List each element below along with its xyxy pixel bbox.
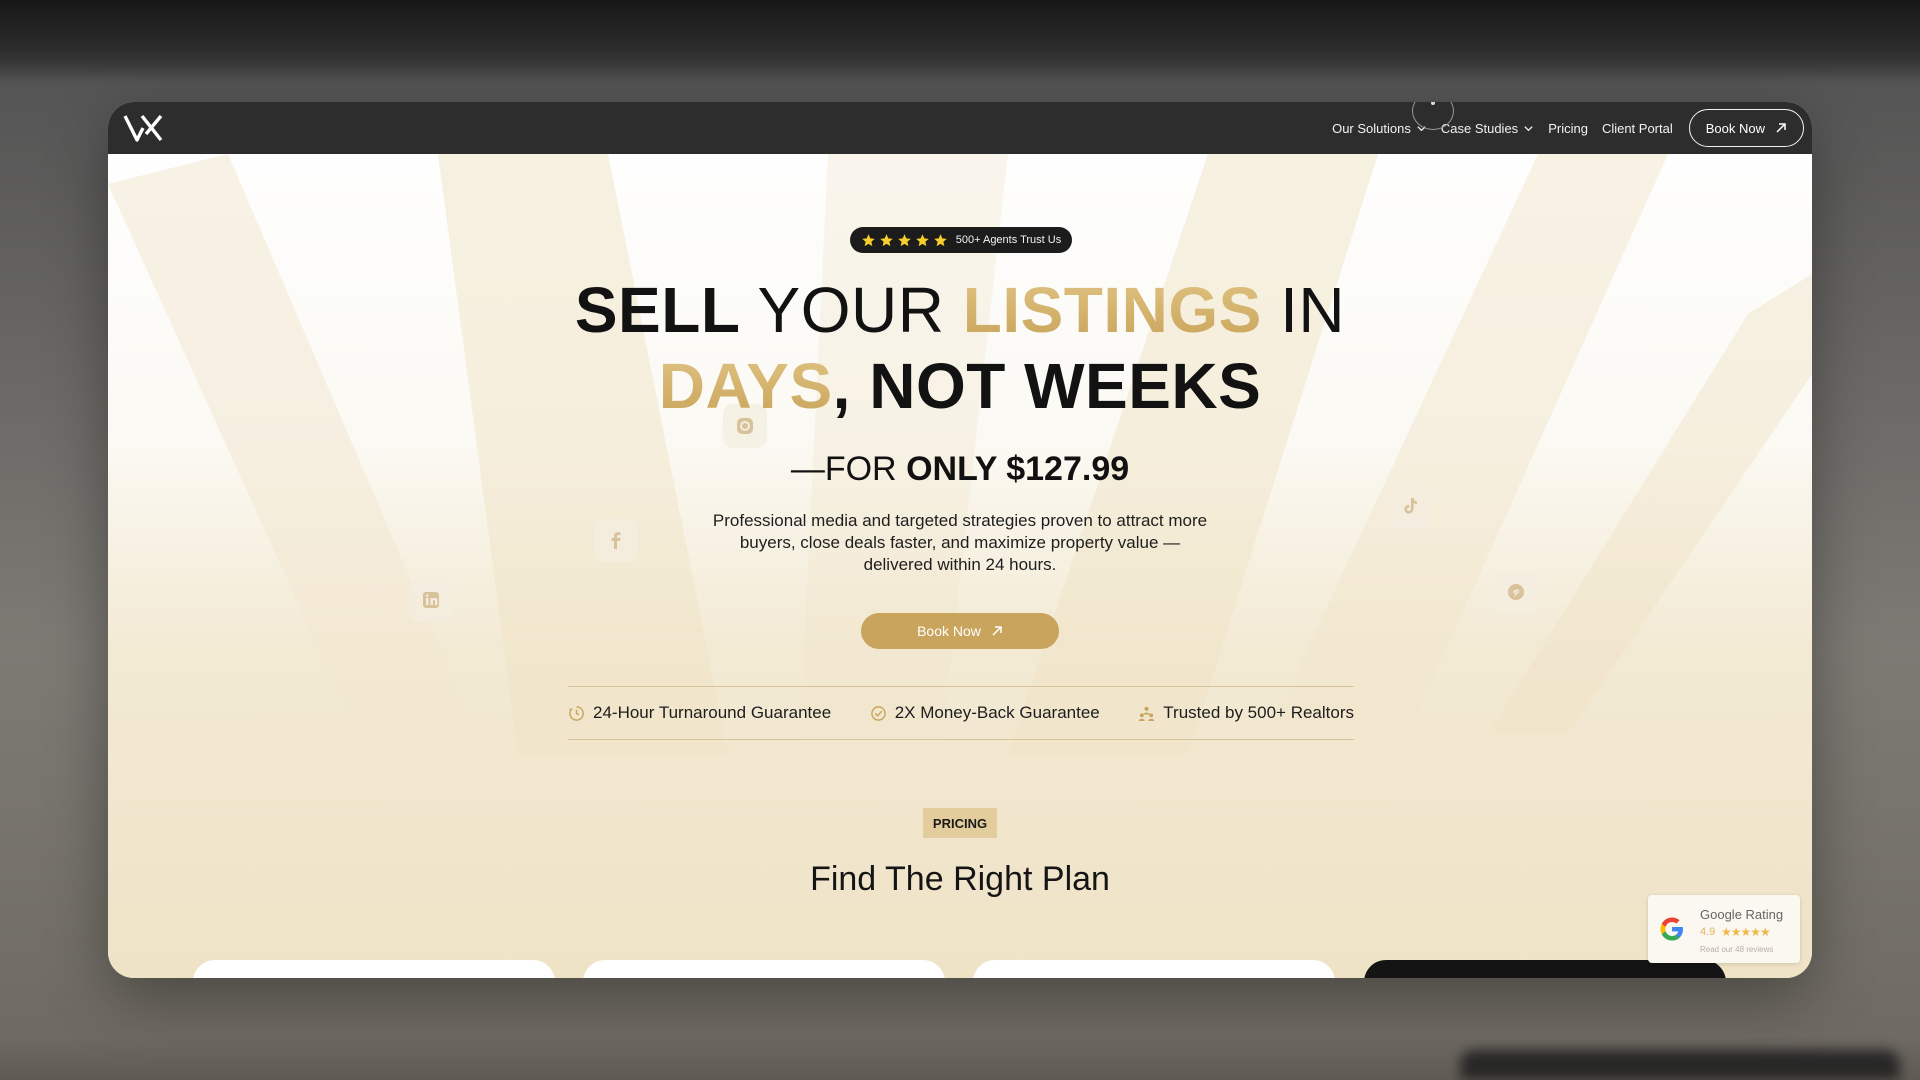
backdrop-taskbar xyxy=(1460,1050,1900,1080)
headline-word: SELL xyxy=(574,274,740,346)
tiktok-icon xyxy=(1388,484,1432,528)
nav-book-now-button[interactable]: Book Now xyxy=(1688,109,1804,147)
star-icon xyxy=(898,233,911,246)
price-prefix: —FOR xyxy=(790,450,897,488)
headline-line-2: DAYS, NOT WEEKS xyxy=(108,348,1812,424)
headline-highlight: DAYS xyxy=(658,350,833,422)
clock-icon xyxy=(568,705,584,721)
guarantee-item: 24-Hour Turnaround Guarantee xyxy=(568,703,831,723)
nav-label: Case Studies xyxy=(1440,120,1519,136)
hero-section: 500+ Agents Trust Us SELL YOUR LISTINGS … xyxy=(108,154,1812,978)
pricing-card[interactable] xyxy=(973,960,1335,978)
guarantee-item: Trusted by 500+ Realtors xyxy=(1138,703,1354,723)
star-icon xyxy=(916,233,929,246)
book-now-label: Book Now xyxy=(1705,120,1765,136)
badge-stars xyxy=(861,233,948,248)
arrow-up-right-icon xyxy=(1776,123,1786,133)
headline-comma: , xyxy=(832,350,851,422)
facebook-icon xyxy=(594,518,638,562)
pinterest-icon xyxy=(1494,570,1538,614)
trust-badge: 500+ Agents Trust Us xyxy=(850,227,1072,253)
linkedin-icon xyxy=(409,578,453,622)
nav-label: Our Solutions xyxy=(1332,120,1411,136)
check-circle-icon xyxy=(870,705,886,721)
google-rating-stars: ★★★★★ xyxy=(1721,925,1771,939)
headline-word: NOT WEEKS xyxy=(869,350,1262,422)
guarantee-label: Trusted by 500+ Realtors xyxy=(1163,703,1354,722)
cta-label: Book Now xyxy=(917,623,981,639)
pricing-card[interactable] xyxy=(193,960,555,978)
google-rating-reviews-link[interactable]: Read our 48 reviews xyxy=(1700,945,1773,954)
browser-frame: Our Solutions Case Studies Pricing Clien… xyxy=(108,102,1812,978)
google-rating-widget[interactable]: Google Rating 4.9 ★★★★★ Read our 48 revi… xyxy=(1648,895,1800,963)
guarantees-bar: 24-Hour Turnaround Guarantee 2X Money-Ba… xyxy=(568,686,1354,740)
price-line: —FOR ONLY $127.99 xyxy=(108,450,1812,489)
star-icon xyxy=(880,233,893,246)
hero-book-now-button[interactable]: Book Now xyxy=(861,613,1059,649)
google-rating-title: Google Rating xyxy=(1700,907,1784,922)
backdrop-top xyxy=(0,0,1920,80)
arrow-up-right-icon xyxy=(992,626,1002,636)
nav-case-studies[interactable]: Case Studies xyxy=(1441,121,1534,136)
headline-word: IN xyxy=(1280,274,1346,346)
hero-headline: SELL YOUR LISTINGS IN DAYS, NOT WEEKS xyxy=(108,272,1812,424)
nav-client-portal[interactable]: Client Portal xyxy=(1602,121,1673,136)
google-rating-score: 4.9 xyxy=(1700,926,1716,938)
headline-line-1: SELL YOUR LISTINGS IN xyxy=(108,272,1812,348)
people-icon xyxy=(1139,706,1155,721)
nav-label: Pricing xyxy=(1548,120,1588,136)
star-icon xyxy=(934,233,947,246)
top-navbar: Our Solutions Case Studies Pricing Clien… xyxy=(108,102,1812,154)
guarantee-item: 2X Money-Back Guarantee xyxy=(870,703,1100,723)
google-g-icon xyxy=(1660,917,1683,941)
guarantee-label: 2X Money-Back Guarantee xyxy=(894,703,1100,722)
nav-label: Client Portal xyxy=(1601,120,1673,136)
nav-pricing[interactable]: Pricing xyxy=(1548,121,1588,136)
star-icon xyxy=(862,233,875,246)
guarantee-label: 24-Hour Turnaround Guarantee xyxy=(593,703,832,722)
price-value: ONLY $127.99 xyxy=(906,450,1130,488)
headline-word: YOUR xyxy=(757,274,945,346)
nav-our-solutions[interactable]: Our Solutions xyxy=(1332,121,1427,136)
pricing-card[interactable] xyxy=(583,960,945,978)
pricing-title: Find The Right Plan xyxy=(810,860,1110,898)
headline-highlight: LISTINGS xyxy=(962,274,1262,346)
vx-logo[interactable] xyxy=(122,112,164,144)
badge-text: 500+ Agents Trust Us xyxy=(955,234,1062,246)
hero-subtitle: Professional media and targeted strategi… xyxy=(712,511,1208,574)
chevron-down-icon xyxy=(1524,125,1533,131)
main-nav: Our Solutions Case Studies Pricing Clien… xyxy=(1332,102,1812,154)
pricing-pill: PRICING xyxy=(923,808,997,838)
